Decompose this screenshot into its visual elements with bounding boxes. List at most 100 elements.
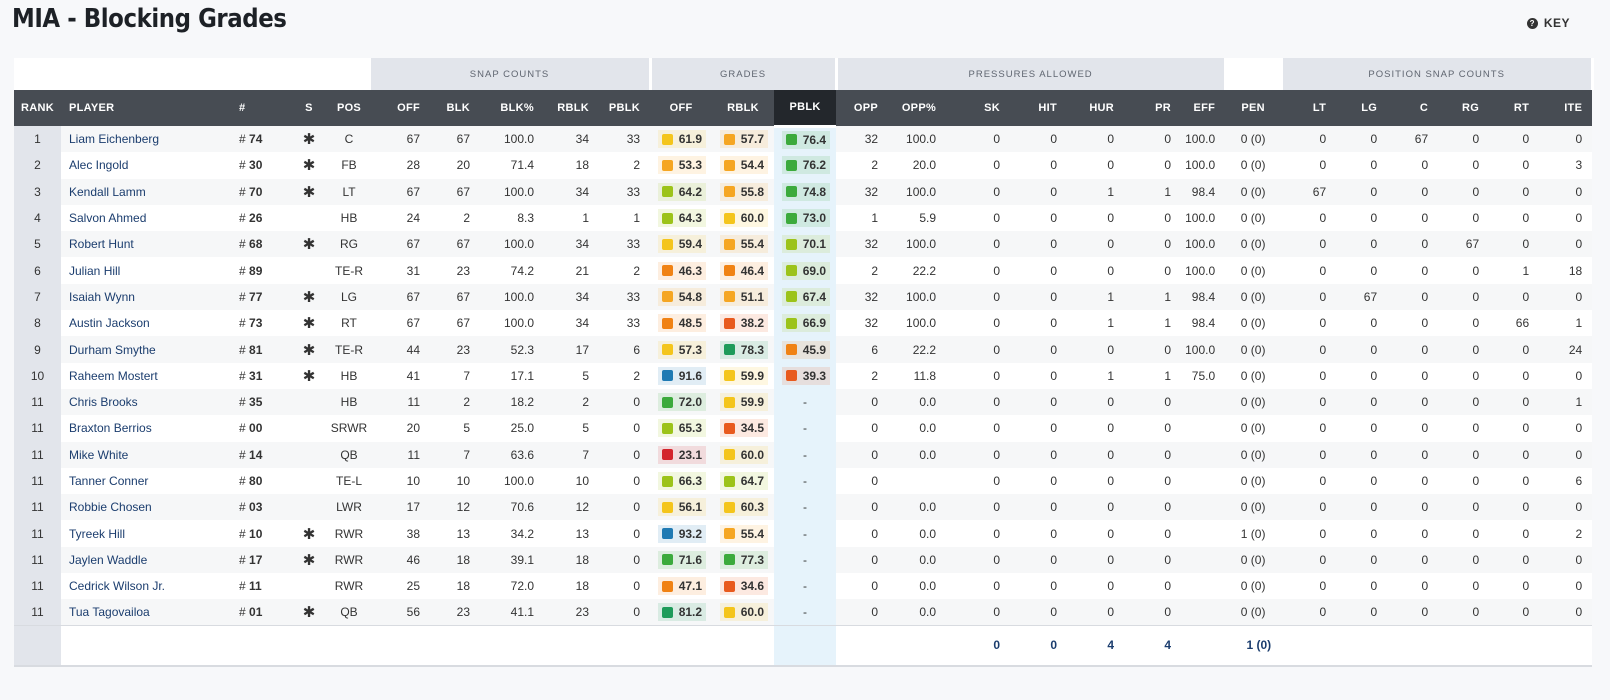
grade-color-swatch	[724, 265, 736, 277]
player-name-link[interactable]: Robbie Chosen	[61, 494, 239, 521]
hash-symbol: #	[239, 342, 250, 357]
grade-value: 55.4	[740, 237, 765, 252]
position-cell: QB	[329, 441, 370, 468]
snap-rblk-cell: 5	[544, 362, 600, 389]
pressure-sk-cell: 0	[946, 336, 1011, 363]
header-pr[interactable]: PR	[1124, 90, 1182, 126]
player-name-link[interactable]: Tyreek Hill	[61, 520, 239, 547]
pressure-oppp-cell: 0.0	[888, 494, 947, 521]
player-name-link[interactable]: Durham Smythe	[61, 336, 239, 363]
header-off-snaps[interactable]: OFF	[369, 90, 431, 126]
header-rg[interactable]: RG	[1438, 90, 1490, 126]
player-name-link[interactable]: Jaylen Waddle	[61, 546, 239, 574]
position-snap-rt-cell: 0	[1489, 441, 1540, 468]
header-hur[interactable]: HUR	[1067, 90, 1125, 126]
player-name-link[interactable]: Tua Tagovailoa	[61, 599, 239, 626]
header-ite[interactable]: ITE	[1539, 90, 1593, 126]
player-name-link[interactable]: Kendall Lamm	[61, 178, 239, 205]
grade-color-swatch	[786, 265, 798, 277]
player-name-link[interactable]: Isaiah Wynn	[61, 283, 239, 311]
header-rank[interactable]: RANK	[14, 90, 61, 126]
position-cell: SRWR	[329, 415, 370, 442]
pressure-eff-cell: 100.0	[1181, 336, 1226, 363]
position-cell: QB	[329, 599, 370, 626]
position-cell: RT	[329, 310, 370, 337]
header-lg[interactable]: LG	[1336, 90, 1388, 126]
jersey-number: 00	[249, 421, 263, 436]
header-pos[interactable]: POS	[329, 90, 370, 126]
player-name-link[interactable]: Cedrick Wilson Jr.	[61, 573, 239, 600]
grade-off-cell: 46.3	[650, 257, 713, 284]
position-snap-rg-cell: 0	[1438, 494, 1490, 521]
header-number[interactable]: #	[239, 90, 289, 126]
position-snap-rg-cell: 0	[1438, 362, 1490, 389]
jersey-number: 26	[249, 211, 263, 226]
penalty-cell: 0 (0)	[1225, 152, 1282, 179]
grade-value: 54.8	[678, 289, 703, 304]
snap-off-cell: 17	[369, 494, 431, 521]
snap-rblk-cell: 34	[544, 178, 600, 205]
pressure-sk-cell: 0	[946, 152, 1011, 179]
position-cell: RG	[329, 231, 370, 258]
rank-cell: 11	[14, 494, 61, 521]
grade-badge: 34.5	[720, 419, 769, 438]
pressure-opp-cell: 0	[836, 599, 889, 626]
player-name-link[interactable]: Raheem Mostert	[61, 362, 239, 389]
pressure-hit-cell: 0	[1010, 362, 1068, 389]
pressure-eff-cell: 98.4	[1181, 310, 1226, 337]
player-name-link[interactable]: Chris Brooks	[61, 388, 239, 416]
snap-blk-cell: 23	[430, 599, 481, 626]
header-pblk-snaps[interactable]: PBLK	[599, 90, 651, 126]
pressure-oppp-cell: 0.0	[888, 546, 947, 574]
header-blk-pct[interactable]: BLK%	[480, 90, 545, 126]
player-name-link[interactable]: Alec Ingold	[61, 152, 239, 179]
pressure-oppp-cell: 11.8	[888, 362, 947, 389]
pressure-sk-cell: 0	[946, 573, 1011, 600]
position-snap-lt-cell: 0	[1281, 467, 1337, 495]
position-snap-c-cell: 0	[1387, 283, 1439, 311]
snap-rblk-cell: 18	[544, 573, 600, 600]
key-button[interactable]: ? KEY	[1526, 16, 1570, 30]
header-rblk-snaps[interactable]: RBLK	[544, 90, 600, 126]
grade-off-cell: 57.3	[650, 336, 713, 363]
help-icon: ?	[1526, 17, 1538, 29]
table-row: 5 Robert Hunt # 68 ✱ RG 67 67 100.0 34 33 59.4 55.4…	[14, 231, 1593, 258]
header-grade-pblk[interactable]: PBLK	[774, 90, 837, 128]
position-snap-c-cell: 67	[1387, 126, 1439, 153]
player-name-link[interactable]: Salvon Ahmed	[61, 204, 239, 232]
player-name-link[interactable]: Julian Hill	[61, 257, 239, 284]
grade-value: 72.0	[678, 395, 703, 410]
position-snap-lg-cell: 0	[1336, 257, 1388, 284]
header-starter[interactable]: S	[289, 90, 329, 126]
header-c[interactable]: C	[1387, 90, 1439, 126]
header-eff[interactable]: EFF	[1181, 90, 1226, 126]
header-rt[interactable]: RT	[1489, 90, 1540, 126]
header-pen[interactable]: PEN	[1225, 90, 1282, 126]
header-lt[interactable]: LT	[1281, 90, 1337, 126]
player-name-link[interactable]: Liam Eichenberg	[61, 126, 239, 153]
header-player[interactable]: PLAYER	[61, 90, 239, 126]
pressure-hit-cell: 0	[1010, 441, 1068, 468]
header-grade-off[interactable]: OFF	[650, 90, 713, 126]
header-hit[interactable]: HIT	[1010, 90, 1068, 126]
pressure-oppp-cell: 20.0	[888, 152, 947, 179]
player-name-link[interactable]: Braxton Berrios	[61, 415, 239, 442]
grade-badge: 64.7	[720, 472, 769, 490]
pressure-opp-cell: 0	[836, 520, 889, 547]
starter-icon	[289, 415, 329, 442]
header-opp-pct[interactable]: OPP%	[888, 90, 947, 126]
header-opp[interactable]: OPP	[836, 90, 889, 126]
pressure-oppp-cell: 22.2	[888, 257, 947, 284]
position-snap-lg-cell: 0	[1336, 415, 1388, 442]
header-sk[interactable]: SK	[946, 90, 1011, 126]
grade-rblk-cell: 55.4	[712, 231, 775, 258]
snap-rblk-cell: 34	[544, 310, 600, 337]
player-name-link[interactable]: Robert Hunt	[61, 231, 239, 258]
player-name-link[interactable]: Tanner Conner	[61, 467, 239, 495]
player-name-link[interactable]: Mike White	[61, 441, 239, 468]
header-grade-rblk[interactable]: RBLK	[712, 90, 775, 126]
snap-pblk-cell: 0	[599, 494, 651, 521]
table-row: 4 Salvon Ahmed # 26 HB 24 2 8.3 1 1 64.3 60.0 73.0 1…	[14, 204, 1593, 232]
player-name-link[interactable]: Austin Jackson	[61, 310, 239, 337]
header-blk[interactable]: BLK	[430, 90, 481, 126]
